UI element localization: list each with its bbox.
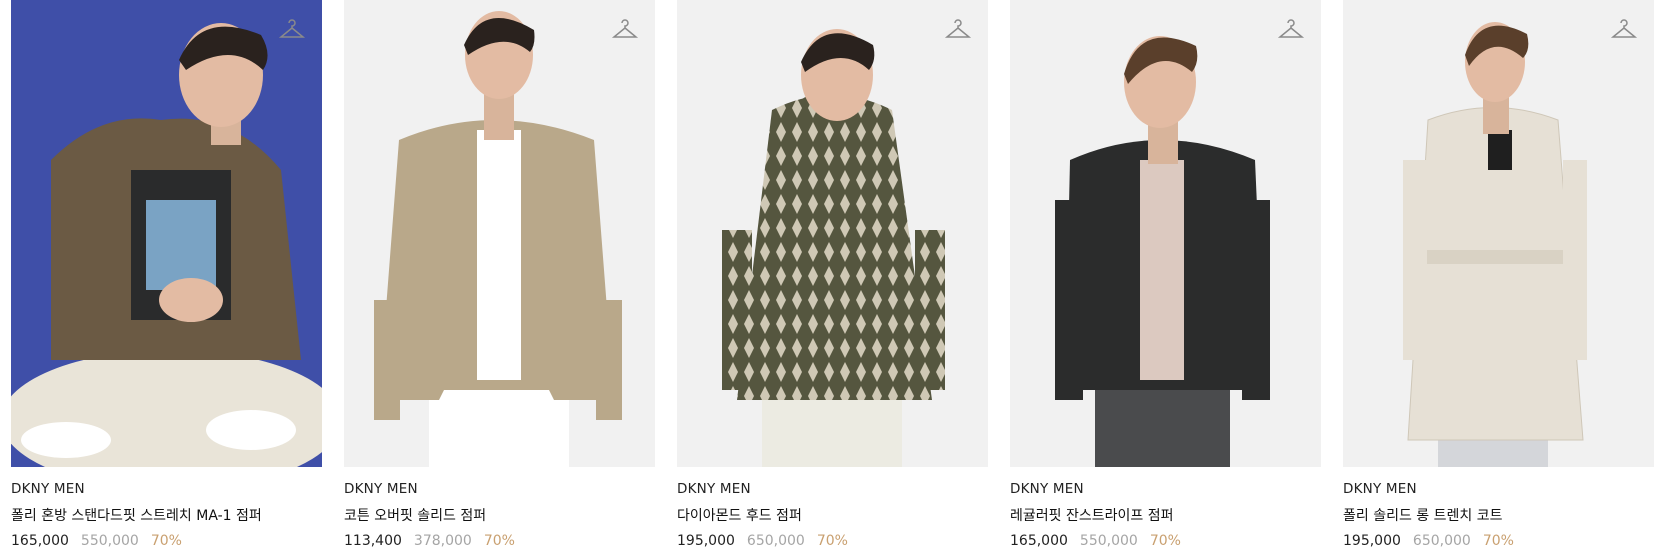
product-prices: 113,400 378,000 70% bbox=[344, 533, 655, 549]
product-brand: DKNY MEN bbox=[1010, 481, 1084, 497]
discount-rate: 70% bbox=[1149, 533, 1181, 549]
sale-price: 165,000 bbox=[11, 533, 69, 549]
original-price: 650,000 bbox=[1412, 533, 1471, 549]
discount-rate: 70% bbox=[1482, 533, 1514, 549]
product-image[interactable] bbox=[11, 0, 322, 467]
product-brand: DKNY MEN bbox=[677, 481, 751, 497]
product-name[interactable]: 코튼 오버핏 솔리드 점퍼 bbox=[344, 505, 655, 525]
product-brand: DKNY MEN bbox=[1343, 481, 1417, 497]
product-photo-illustration bbox=[11, 0, 322, 467]
discount-rate: 70% bbox=[150, 533, 182, 549]
discount-rate: 70% bbox=[816, 533, 848, 549]
product-photo-illustration bbox=[1403, 22, 1587, 467]
product-prices: 195,000 650,000 70% bbox=[1343, 533, 1654, 549]
original-price: 378,000 bbox=[413, 533, 472, 549]
sale-price: 195,000 bbox=[677, 533, 735, 549]
product-brand: DKNY MEN bbox=[344, 481, 418, 497]
product-image[interactable] bbox=[677, 0, 988, 467]
original-price: 650,000 bbox=[746, 533, 805, 549]
hanger-icon[interactable] bbox=[1610, 16, 1638, 44]
sale-price: 113,400 bbox=[344, 533, 402, 549]
product-card[interactable]: DKNY MEN 레귤러핏 잔스트라이프 점퍼 165,000 550,000 … bbox=[1010, 0, 1321, 549]
hanger-icon[interactable] bbox=[278, 16, 306, 44]
hanger-icon[interactable] bbox=[1277, 16, 1305, 44]
product-name[interactable]: 폴리 솔리드 롱 트렌치 코트 bbox=[1343, 505, 1654, 525]
sale-price: 165,000 bbox=[1010, 533, 1068, 549]
product-photo-illustration bbox=[374, 11, 622, 467]
product-card[interactable]: DKNY MEN 폴리 혼방 스탠다드핏 스트레치 MA-1 점퍼 165,00… bbox=[11, 0, 322, 549]
sale-price: 195,000 bbox=[1343, 533, 1401, 549]
product-name[interactable]: 다이아몬드 후드 점퍼 bbox=[677, 505, 988, 525]
product-card[interactable]: DKNY MEN 코튼 오버핏 솔리드 점퍼 113,400 378,000 7… bbox=[344, 0, 655, 549]
product-image[interactable] bbox=[1010, 0, 1321, 467]
discount-rate: 70% bbox=[483, 533, 515, 549]
hanger-icon[interactable] bbox=[944, 16, 972, 44]
product-grid: DKNY MEN 폴리 혼방 스탠다드핏 스트레치 MA-1 점퍼 165,00… bbox=[11, 0, 1654, 549]
product-prices: 165,000 550,000 70% bbox=[1010, 533, 1321, 549]
product-name[interactable]: 레귤러핏 잔스트라이프 점퍼 bbox=[1010, 505, 1321, 525]
product-image[interactable] bbox=[344, 0, 655, 467]
original-price: 550,000 bbox=[80, 533, 139, 549]
hanger-icon[interactable] bbox=[611, 16, 639, 44]
product-card[interactable]: DKNY MEN 폴리 솔리드 롱 트렌치 코트 195,000 650,000… bbox=[1343, 0, 1654, 549]
product-name[interactable]: 폴리 혼방 스탠다드핏 스트레치 MA-1 점퍼 bbox=[11, 505, 322, 525]
product-card[interactable]: DKNY MEN 다이아몬드 후드 점퍼 195,000 650,000 70% bbox=[677, 0, 988, 549]
product-image[interactable] bbox=[1343, 0, 1654, 467]
product-prices: 165,000 550,000 70% bbox=[11, 533, 322, 549]
original-price: 550,000 bbox=[1079, 533, 1138, 549]
product-photo-illustration bbox=[1055, 36, 1270, 467]
product-brand: DKNY MEN bbox=[11, 481, 85, 497]
product-photo-illustration bbox=[722, 29, 945, 467]
product-prices: 195,000 650,000 70% bbox=[677, 533, 988, 549]
